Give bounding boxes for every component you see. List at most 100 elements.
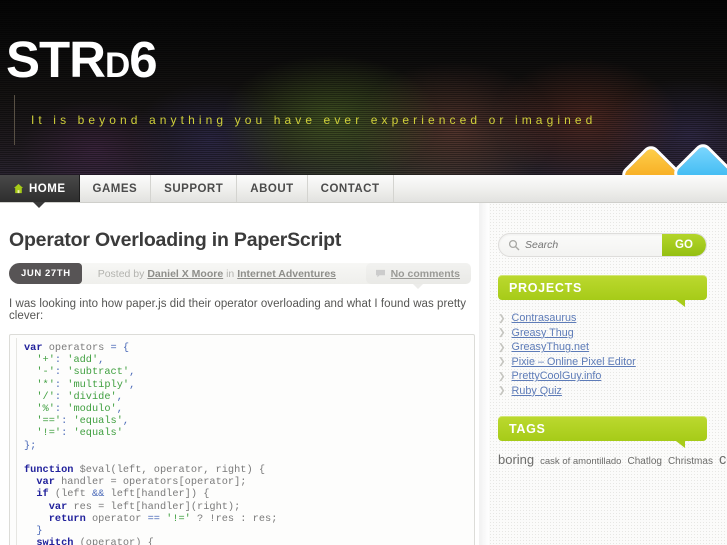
code-token: , — [122, 415, 130, 428]
project-list-item[interactable]: ❯ Greasy Thug — [498, 326, 707, 341]
code-line: }; — [24, 440, 466, 452]
code-line: if (left && left[handler]) { — [24, 488, 466, 500]
code-line: var res = left[handler](right); — [24, 501, 466, 513]
main-navigation: HOME GAMES SUPPORT ABOUT CONTACT — [0, 175, 727, 208]
code-token: 'equals' — [73, 415, 123, 428]
code-token: if — [24, 488, 49, 501]
chevron-right-icon: ❯ — [498, 356, 506, 367]
project-link[interactable]: GreasyThug.net — [512, 341, 589, 353]
code-token: , — [98, 354, 105, 367]
code-token: '-' — [24, 366, 55, 379]
project-list-item[interactable]: ❯ GreasyThug.net — [498, 340, 707, 355]
tag-cloud: boring cask of amontillado Chatlog Christma… — [498, 451, 727, 470]
code-line: var handler = operators[operator]; — [24, 476, 466, 488]
code-token: 'modulo' — [67, 403, 117, 416]
nav-item-about[interactable]: ABOUT — [237, 175, 308, 202]
tag-link[interactable]: cask of amontillado — [540, 456, 621, 467]
code-token: '/' — [24, 390, 55, 403]
code-line: '==': 'equals', — [24, 415, 466, 427]
code-token: $eval — [73, 464, 111, 477]
site-logo[interactable]: STRD6 — [6, 31, 158, 88]
project-list-item[interactable]: ❯ PrettyCoolGuy.info — [498, 369, 707, 384]
code-token: , — [116, 390, 123, 403]
code-token: (operator) { — [73, 537, 154, 545]
code-token: : — [54, 378, 68, 391]
projects-list: ❯ Contrasaurus ❯ Greasy Thug ❯ GreasyThug.net… — [498, 311, 707, 398]
code-token: operator — [85, 512, 148, 525]
code-line: '-': 'subtract', — [24, 366, 466, 378]
post-intro-paragraph: I was looking into how paper.js did thei… — [9, 298, 467, 322]
search-form[interactable]: GO — [498, 233, 707, 257]
posted-by-label: Posted by — [97, 267, 145, 280]
tagline-container: It is beyond anything you have ever expe… — [14, 95, 596, 145]
code-line: '%': 'modulo', — [24, 403, 466, 415]
chevron-right-icon: ❯ — [498, 341, 506, 352]
nav-item-home[interactable]: HOME — [0, 175, 80, 208]
chevron-right-icon: ❯ — [498, 370, 506, 381]
code-token: : — [61, 427, 74, 440]
code-token: 'equals' — [73, 427, 123, 440]
code-token: function — [24, 464, 74, 477]
project-list-item[interactable]: ❯ Pixie – Online Pixel Editor — [498, 355, 707, 370]
tag-link[interactable]: boring — [498, 452, 534, 467]
chevron-right-icon: ❯ — [498, 312, 506, 323]
code-content: var operators = { '+': 'add', '-': 'subt… — [24, 342, 466, 545]
project-list-item[interactable]: ❯ Ruby Quiz — [498, 384, 707, 399]
code-token: : — [54, 354, 68, 367]
nav-item-contact[interactable]: CONTACT — [308, 175, 394, 202]
post-category-link[interactable]: Internet Adventures — [237, 268, 336, 280]
project-list-item[interactable]: ❯ Contrasaurus — [498, 311, 707, 326]
logo-small-text: D — [105, 46, 130, 85]
code-token: : — [61, 415, 74, 428]
magnifier-icon — [508, 239, 520, 251]
tag-link[interactable]: Christmas — [668, 456, 713, 467]
project-link[interactable]: Ruby Quiz — [512, 385, 562, 397]
tags-widget-title: TAGS — [498, 416, 707, 448]
tag-link[interactable]: Chatlog — [627, 456, 661, 467]
post-comments-box[interactable]: No comments — [365, 263, 471, 289]
code-token: : — [54, 390, 68, 403]
post-author-link[interactable]: Daniel X Moore — [147, 268, 223, 280]
header-texture-overlay — [0, 0, 727, 175]
nav-item-games[interactable]: GAMES — [80, 175, 152, 202]
chevron-right-icon: ❯ — [498, 385, 506, 396]
code-token: '*' — [24, 378, 55, 391]
tag-link[interactable]: coffeescript — [719, 452, 727, 468]
nav-label-about: ABOUT — [250, 182, 294, 195]
nav-label-home: HOME — [29, 182, 66, 195]
project-link[interactable]: Contrasaurus — [512, 312, 577, 324]
chevron-right-icon: ❯ — [498, 327, 506, 338]
post-date-badge: JUN 27TH — [9, 263, 82, 284]
code-token: return — [24, 512, 86, 525]
sidebar: GO PROJECTS ❯ Contrasaurus ❯ Greasy Thug ❯ Gr… — [489, 203, 727, 545]
search-go-button[interactable]: GO — [662, 234, 706, 256]
post-meta-bar: JUN 27TH Posted by Daniel X Moore in Int… — [9, 263, 471, 289]
logo-main-text: STR — [6, 31, 106, 88]
search-input[interactable] — [525, 239, 662, 251]
code-token: : — [54, 366, 68, 379]
code-token: == — [147, 512, 167, 525]
nav-label-contact: CONTACT — [320, 182, 380, 195]
comments-link[interactable]: No comments — [391, 268, 460, 280]
code-line: switch (operator) { — [24, 537, 466, 545]
nav-item-support[interactable]: SUPPORT — [151, 175, 238, 202]
project-link[interactable]: Greasy Thug — [512, 327, 574, 339]
code-token: handler = operators[operator]; — [54, 476, 247, 489]
code-line: '!=': 'equals' — [24, 427, 466, 439]
code-token: } — [24, 525, 43, 538]
tags-widget: TAGS boring cask of amontillado Chatlog Chr… — [498, 416, 727, 470]
code-token: '!=' — [24, 427, 62, 440]
code-token: , — [129, 378, 136, 391]
code-token: var — [24, 500, 68, 513]
code-line: '*': 'multiply', — [24, 379, 466, 391]
code-token: var — [24, 342, 43, 354]
code-token: '!=' — [166, 512, 191, 525]
code-line: return operator == '!=' ? !res : res; — [24, 513, 466, 525]
post-byline: Posted by Daniel X Moore in Internet Adv… — [98, 268, 336, 280]
project-link[interactable]: PrettyCoolGuy.info — [512, 370, 602, 382]
code-block: var operators = { '+': 'add', '-': 'subt… — [9, 334, 475, 545]
project-link[interactable]: Pixie – Online Pixel Editor — [512, 356, 636, 368]
code-token: = { — [110, 342, 130, 354]
main-content: Operator Overloading in PaperScript JUN … — [0, 203, 489, 545]
